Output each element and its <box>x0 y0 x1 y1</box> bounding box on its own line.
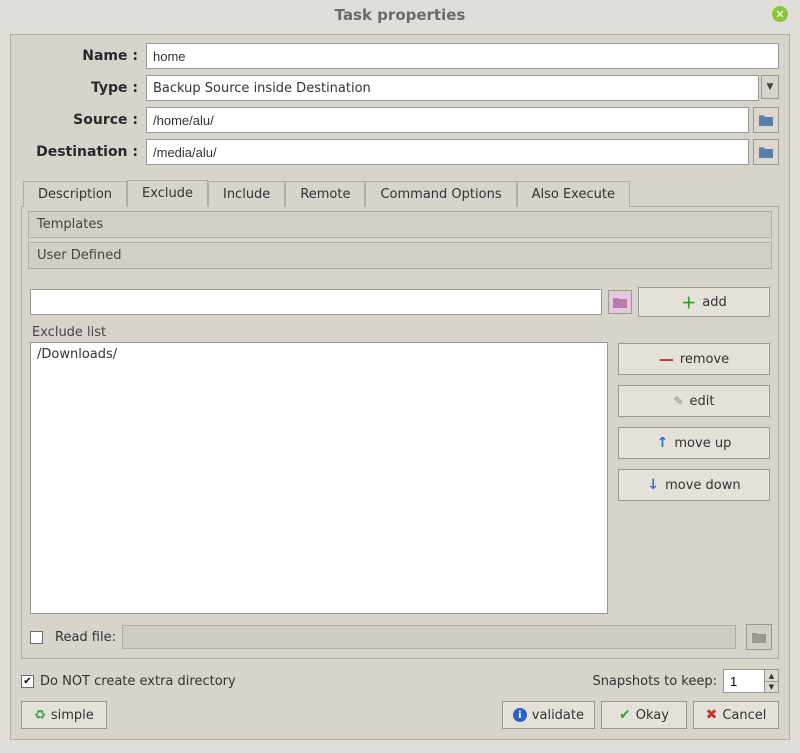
user-defined-section[interactable]: User Defined <box>28 242 772 269</box>
cancel-label: Cancel <box>722 708 766 723</box>
cancel-button[interactable]: ✖ Cancel <box>693 701 779 729</box>
exclude-add-input[interactable] <box>30 289 602 315</box>
list-item[interactable]: /Downloads/ <box>37 347 601 362</box>
move-up-button[interactable]: ↑ move up <box>618 427 770 459</box>
name-label: Name : <box>21 48 146 64</box>
source-input[interactable] <box>146 107 749 133</box>
tab-also-execute[interactable]: Also Execute <box>517 181 630 207</box>
snapshots-input[interactable] <box>724 674 764 689</box>
type-value: Backup Source inside Destination <box>153 81 371 96</box>
exclude-list-area: Exclude list /Downloads/ — remove ✎ edit… <box>30 325 770 614</box>
remove-button[interactable]: — remove <box>618 343 770 375</box>
arrow-up-icon: ↑ <box>657 435 669 451</box>
window-title: Task properties <box>335 6 466 24</box>
no-extra-dir-checkbox[interactable]: ✔ <box>21 675 34 688</box>
snapshots-down[interactable]: ▼ <box>764 681 778 692</box>
snapshots-up[interactable]: ▲ <box>764 670 778 681</box>
okay-button[interactable]: ✔ Okay <box>601 701 687 729</box>
templates-section[interactable]: Templates <box>28 211 772 238</box>
type-dropdown-button[interactable]: ▼ <box>761 75 779 99</box>
list-buttons: — remove ✎ edit ↑ move up ↓ move down <box>618 343 770 614</box>
type-dropdown[interactable]: Backup Source inside Destination <box>146 75 759 101</box>
cancel-icon: ✖ <box>706 707 718 723</box>
edit-button[interactable]: ✎ edit <box>618 385 770 417</box>
add-button[interactable]: ＋ add <box>638 287 770 317</box>
tab-description[interactable]: Description <box>23 181 127 207</box>
type-label: Type : <box>21 80 146 96</box>
plus-icon: ＋ <box>681 292 696 313</box>
exclude-list[interactable]: /Downloads/ <box>30 342 608 614</box>
move-down-label: move down <box>665 478 741 493</box>
read-file-browse-button[interactable] <box>746 624 772 650</box>
tab-exclude[interactable]: Exclude <box>127 180 208 207</box>
snapshots-wrap: Snapshots to keep: ▲ ▼ <box>592 669 779 693</box>
tab-command-options[interactable]: Command Options <box>365 181 516 207</box>
source-label: Source : <box>21 112 146 128</box>
edit-icon: ✎ <box>673 394 683 408</box>
check-icon: ✔ <box>619 707 631 723</box>
tab-remote[interactable]: Remote <box>285 181 365 207</box>
snapshots-label: Snapshots to keep: <box>592 674 717 689</box>
read-file-checkbox[interactable] <box>30 631 43 644</box>
close-icon[interactable]: ✕ <box>772 6 788 22</box>
recycle-icon: ♻ <box>34 708 46 723</box>
source-row: Source : <box>21 107 779 133</box>
validate-label: validate <box>532 708 584 723</box>
read-file-input[interactable] <box>122 625 736 649</box>
edit-button-label: edit <box>690 394 715 409</box>
footer-options-row: ✔ Do NOT create extra directory Snapshot… <box>21 669 779 693</box>
no-extra-dir-wrap: ✔ Do NOT create extra directory <box>21 674 236 689</box>
source-browse-button[interactable] <box>753 107 779 133</box>
destination-row: Destination : <box>21 139 779 165</box>
dialog-frame: Name : Type : Backup Source inside Desti… <box>10 34 790 740</box>
add-button-label: add <box>702 295 726 310</box>
validate-button[interactable]: i validate <box>502 701 595 729</box>
snapshots-spinner[interactable]: ▲ ▼ <box>723 669 779 693</box>
simple-label: simple <box>51 708 94 723</box>
destination-label: Destination : <box>21 144 146 160</box>
arrow-down-icon: ↓ <box>647 477 659 493</box>
title-bar: Task properties ✕ <box>0 0 800 30</box>
tab-include[interactable]: Include <box>208 181 285 207</box>
folder-icon <box>612 295 628 309</box>
footer-buttons-row: ♻ simple i validate ✔ Okay ✖ Cancel <box>21 701 779 729</box>
read-file-label: Read file: <box>55 630 116 645</box>
tab-bar: Description Exclude Include Remote Comma… <box>21 179 779 206</box>
okay-label: Okay <box>636 708 669 723</box>
exclude-tab-body: Templates User Defined ＋ add Exclude lis… <box>21 206 779 659</box>
folder-icon <box>751 630 767 644</box>
exclude-add-browse-button[interactable] <box>608 290 632 314</box>
name-input[interactable] <box>146 43 779 69</box>
simple-button[interactable]: ♻ simple <box>21 701 107 729</box>
no-extra-dir-label: Do NOT create extra directory <box>40 674 236 689</box>
info-icon: i <box>513 708 527 722</box>
read-file-row: Read file: <box>28 624 772 650</box>
destination-browse-button[interactable] <box>753 139 779 165</box>
add-row: ＋ add <box>30 287 770 317</box>
move-down-button[interactable]: ↓ move down <box>618 469 770 501</box>
folder-icon <box>758 113 774 127</box>
exclude-list-label: Exclude list <box>32 325 608 340</box>
minus-icon: — <box>659 350 674 368</box>
remove-button-label: remove <box>680 352 729 367</box>
type-row: Type : Backup Source inside Destination … <box>21 75 779 101</box>
move-up-label: move up <box>674 436 731 451</box>
name-row: Name : <box>21 43 779 69</box>
folder-icon <box>758 145 774 159</box>
destination-input[interactable] <box>146 139 749 165</box>
